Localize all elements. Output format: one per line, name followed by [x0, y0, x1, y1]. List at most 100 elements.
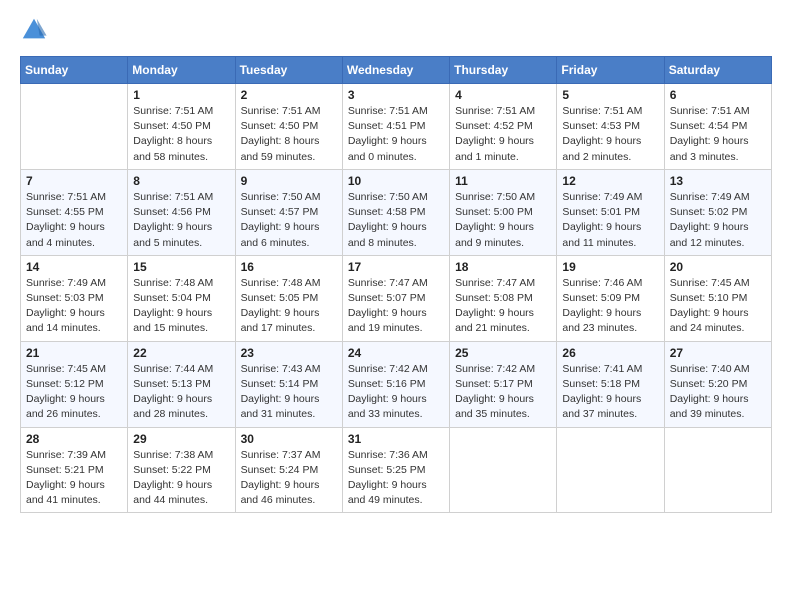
calendar-header-row: SundayMondayTuesdayWednesdayThursdayFrid… [21, 57, 772, 84]
day-info: Sunrise: 7:42 AMSunset: 5:16 PMDaylight:… [348, 362, 444, 423]
day-info: Sunrise: 7:51 AMSunset: 4:54 PMDaylight:… [670, 104, 766, 165]
calendar-cell [450, 427, 557, 513]
day-number: 27 [670, 346, 766, 360]
day-number: 31 [348, 432, 444, 446]
day-number: 30 [241, 432, 337, 446]
calendar-cell: 5 Sunrise: 7:51 AMSunset: 4:53 PMDaylight… [557, 84, 664, 170]
day-number: 13 [670, 174, 766, 188]
day-info: Sunrise: 7:51 AMSunset: 4:53 PMDaylight:… [562, 104, 658, 165]
logo [20, 16, 52, 44]
calendar-cell: 17Sunrise: 7:47 AMSunset: 5:07 PMDayligh… [342, 255, 449, 341]
day-info: Sunrise: 7:51 AMSunset: 4:50 PMDaylight:… [241, 104, 337, 165]
calendar-cell: 25Sunrise: 7:42 AMSunset: 5:17 PMDayligh… [450, 341, 557, 427]
calendar-cell: 15 Sunrise: 7:48 AMSunset: 5:04 PMDayligh… [128, 255, 235, 341]
calendar-cell: 2 Sunrise: 7:51 AMSunset: 4:50 PMDaylight… [235, 84, 342, 170]
day-info: Sunrise: 7:45 AMSunset: 5:10 PMDaylight:… [670, 276, 766, 337]
day-number: 20 [670, 260, 766, 274]
day-number: 15 [133, 260, 229, 274]
day-of-week-header: Wednesday [342, 57, 449, 84]
calendar-cell: 7 Sunrise: 7:51 AMSunset: 4:55 PMDaylight… [21, 169, 128, 255]
day-number: 3 [348, 88, 444, 102]
day-info: Sunrise: 7:49 AMSunset: 5:01 PMDaylight:… [562, 190, 658, 251]
day-number: 6 [670, 88, 766, 102]
day-of-week-header: Tuesday [235, 57, 342, 84]
day-number: 21 [26, 346, 122, 360]
calendar-cell: 22 Sunrise: 7:44 AMSunset: 5:13 PMDayligh… [128, 341, 235, 427]
day-info: Sunrise: 7:50 AMSunset: 5:00 PMDaylight:… [455, 190, 551, 251]
day-number: 29 [133, 432, 229, 446]
calendar-cell: 12 Sunrise: 7:49 AMSunset: 5:01 PMDayligh… [557, 169, 664, 255]
calendar-cell: 16 Sunrise: 7:48 AMSunset: 5:05 PMDayligh… [235, 255, 342, 341]
day-number: 14 [26, 260, 122, 274]
day-number: 5 [562, 88, 658, 102]
calendar-cell: 29 Sunrise: 7:38 AMSunset: 5:22 PMDayligh… [128, 427, 235, 513]
day-info: Sunrise: 7:48 AMSunset: 5:05 PMDaylight:… [241, 276, 337, 337]
calendar-cell: 13 Sunrise: 7:49 AMSunset: 5:02 PMDayligh… [664, 169, 771, 255]
calendar-cell: 4 Sunrise: 7:51 AMSunset: 4:52 PMDaylight… [450, 84, 557, 170]
day-number: 19 [562, 260, 658, 274]
calendar-cell: 26Sunrise: 7:41 AMSunset: 5:18 PMDayligh… [557, 341, 664, 427]
day-info: Sunrise: 7:51 AMSunset: 4:51 PMDaylight:… [348, 104, 444, 165]
calendar-cell: 8 Sunrise: 7:51 AMSunset: 4:56 PMDaylight… [128, 169, 235, 255]
calendar-week-row: 21 Sunrise: 7:45 AMSunset: 5:12 PMDayligh… [21, 341, 772, 427]
calendar-week-row: 14 Sunrise: 7:49 AMSunset: 5:03 PMDayligh… [21, 255, 772, 341]
day-number: 11 [455, 174, 551, 188]
calendar-cell [664, 427, 771, 513]
day-number: 16 [241, 260, 337, 274]
day-info: Sunrise: 7:48 AMSunset: 5:04 PMDaylight:… [133, 276, 229, 337]
day-info: Sunrise: 7:51 AMSunset: 4:55 PMDaylight:… [26, 190, 122, 251]
calendar-cell: 18 Sunrise: 7:47 AMSunset: 5:08 PMDayligh… [450, 255, 557, 341]
day-of-week-header: Thursday [450, 57, 557, 84]
calendar-cell [21, 84, 128, 170]
day-of-week-header: Saturday [664, 57, 771, 84]
calendar-cell: 11 Sunrise: 7:50 AMSunset: 5:00 PMDayligh… [450, 169, 557, 255]
calendar-week-row: 7 Sunrise: 7:51 AMSunset: 4:55 PMDaylight… [21, 169, 772, 255]
calendar-week-row: 1Sunrise: 7:51 AMSunset: 4:50 PMDaylight… [21, 84, 772, 170]
day-number: 17 [348, 260, 444, 274]
day-info: Sunrise: 7:40 AMSunset: 5:20 PMDaylight:… [670, 362, 766, 423]
day-of-week-header: Sunday [21, 57, 128, 84]
day-number: 22 [133, 346, 229, 360]
day-of-week-header: Friday [557, 57, 664, 84]
calendar-cell: 3 Sunrise: 7:51 AMSunset: 4:51 PMDaylight… [342, 84, 449, 170]
day-number: 9 [241, 174, 337, 188]
day-info: Sunrise: 7:42 AMSunset: 5:17 PMDaylight:… [455, 362, 551, 423]
day-info: Sunrise: 7:45 AMSunset: 5:12 PMDaylight:… [26, 362, 122, 423]
day-info: Sunrise: 7:50 AMSunset: 4:57 PMDaylight:… [241, 190, 337, 251]
calendar-cell: 9 Sunrise: 7:50 AMSunset: 4:57 PMDaylight… [235, 169, 342, 255]
calendar-cell: 31 Sunrise: 7:36 AMSunset: 5:25 PMDayligh… [342, 427, 449, 513]
page-header [20, 16, 772, 44]
day-number: 18 [455, 260, 551, 274]
day-info: Sunrise: 7:39 AMSunset: 5:21 PMDaylight:… [26, 448, 122, 509]
calendar-cell: 23Sunrise: 7:43 AMSunset: 5:14 PMDayligh… [235, 341, 342, 427]
day-info: Sunrise: 7:51 AMSunset: 4:50 PMDaylight:… [133, 104, 229, 165]
day-info: Sunrise: 7:36 AMSunset: 5:25 PMDaylight:… [348, 448, 444, 509]
day-info: Sunrise: 7:46 AMSunset: 5:09 PMDaylight:… [562, 276, 658, 337]
day-info: Sunrise: 7:37 AMSunset: 5:24 PMDaylight:… [241, 448, 337, 509]
day-number: 23 [241, 346, 337, 360]
day-number: 12 [562, 174, 658, 188]
calendar-week-row: 28 Sunrise: 7:39 AMSunset: 5:21 PMDayligh… [21, 427, 772, 513]
day-number: 4 [455, 88, 551, 102]
day-info: Sunrise: 7:50 AMSunset: 4:58 PMDaylight:… [348, 190, 444, 251]
day-number: 8 [133, 174, 229, 188]
day-number: 24 [348, 346, 444, 360]
day-info: Sunrise: 7:44 AMSunset: 5:13 PMDaylight:… [133, 362, 229, 423]
day-number: 2 [241, 88, 337, 102]
calendar-cell: 14 Sunrise: 7:49 AMSunset: 5:03 PMDayligh… [21, 255, 128, 341]
day-info: Sunrise: 7:51 AMSunset: 4:56 PMDaylight:… [133, 190, 229, 251]
calendar-table: SundayMondayTuesdayWednesdayThursdayFrid… [20, 56, 772, 513]
calendar-cell: 10 Sunrise: 7:50 AMSunset: 4:58 PMDayligh… [342, 169, 449, 255]
calendar-cell: 20 Sunrise: 7:45 AMSunset: 5:10 PMDayligh… [664, 255, 771, 341]
calendar-cell: 24 Sunrise: 7:42 AMSunset: 5:16 PMDayligh… [342, 341, 449, 427]
day-info: Sunrise: 7:49 AMSunset: 5:02 PMDaylight:… [670, 190, 766, 251]
day-number: 10 [348, 174, 444, 188]
day-info: Sunrise: 7:51 AMSunset: 4:52 PMDaylight:… [455, 104, 551, 165]
day-info: Sunrise: 7:38 AMSunset: 5:22 PMDaylight:… [133, 448, 229, 509]
day-number: 7 [26, 174, 122, 188]
calendar-cell: 19 Sunrise: 7:46 AMSunset: 5:09 PMDayligh… [557, 255, 664, 341]
day-info: Sunrise: 7:49 AMSunset: 5:03 PMDaylight:… [26, 276, 122, 337]
calendar-cell: 27 Sunrise: 7:40 AMSunset: 5:20 PMDayligh… [664, 341, 771, 427]
day-info: Sunrise: 7:47 AMSunset: 5:08 PMDaylight:… [455, 276, 551, 337]
day-number: 28 [26, 432, 122, 446]
